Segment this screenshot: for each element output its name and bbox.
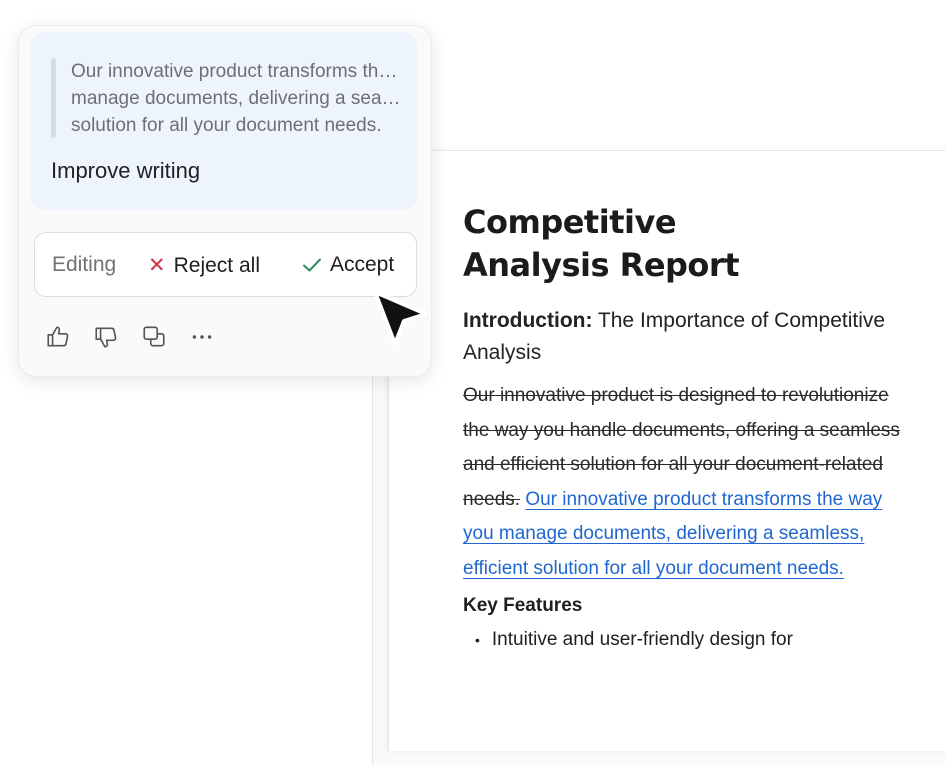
list-item: Intuitive and user-friendly design for xyxy=(475,623,913,657)
intro-paragraph: Introduction: The Importance of Competit… xyxy=(463,305,913,369)
quoted-selection: Our innovative product transforms the wa… xyxy=(71,58,401,139)
accept-button[interactable]: Accept xyxy=(302,253,394,277)
more-icon[interactable] xyxy=(189,324,215,350)
thumbs-up-icon[interactable] xyxy=(45,324,71,350)
mouse-pointer-icon xyxy=(370,288,432,355)
document-title: Competitive Analysis Report xyxy=(463,201,913,287)
inserted-text[interactable]: Our innovative product transforms the wa… xyxy=(463,489,882,579)
prompt-card: Our innovative product transforms the wa… xyxy=(31,32,417,210)
quote-line: manage documents, delivering a seamless,… xyxy=(71,88,401,109)
intro-heading: Introduction: xyxy=(463,309,593,332)
prompt-label: Improve writing xyxy=(51,158,201,183)
title-line-2: Analysis Report xyxy=(463,246,739,284)
document-page[interactable]: Competitive Analysis Report Introduction… xyxy=(388,150,945,751)
quote-bar xyxy=(51,58,56,138)
close-icon: ✕ xyxy=(148,254,166,277)
quote-line: Our innovative product transforms the wa… xyxy=(71,61,401,82)
key-features-heading: Key Features xyxy=(463,595,583,616)
features-list: Intuitive and user-friendly design for xyxy=(463,623,913,657)
reject-all-button[interactable]: ✕ Reject all xyxy=(148,253,260,278)
accept-label: Accept xyxy=(330,253,395,276)
document-content[interactable]: Competitive Analysis Report Introduction… xyxy=(463,201,913,657)
reject-all-label: Reject all xyxy=(173,254,260,277)
quote-line: solution for all your document needs. xyxy=(71,115,382,136)
edit-action-bar: Editing ✕ Reject all Accept xyxy=(34,232,417,297)
copy-icon[interactable] xyxy=(141,324,167,350)
checkmark-icon xyxy=(303,258,321,272)
thumbs-down-icon[interactable] xyxy=(93,324,119,350)
editing-label: Editing xyxy=(52,253,117,276)
tracked-change-paragraph[interactable]: Our innovative product is designed to re… xyxy=(463,379,913,586)
title-line-1: Competitive xyxy=(463,203,677,241)
